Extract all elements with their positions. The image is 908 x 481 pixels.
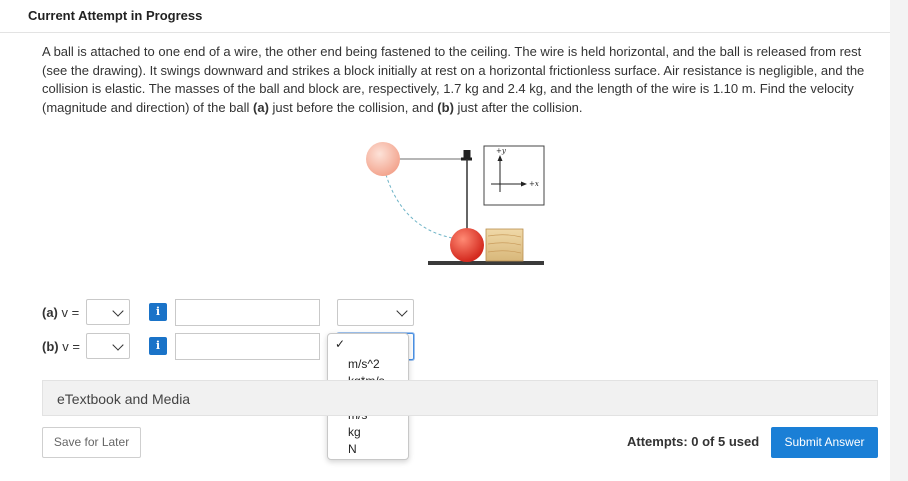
info-icon[interactable]: i	[149, 337, 167, 355]
unit-option[interactable]: m/s^2	[348, 356, 385, 373]
sign-select-a[interactable]	[86, 299, 130, 325]
answer-label-a: (a) v =	[42, 305, 80, 320]
plus-y-label: +y	[496, 147, 507, 155]
problem-between: just before the collision, and	[268, 99, 438, 115]
etextbook-panel[interactable]: eTextbook and Media	[42, 380, 878, 416]
unit-option[interactable]: kg	[348, 424, 385, 441]
chevron-down-icon	[112, 339, 124, 351]
unit-select-a[interactable]	[337, 299, 414, 326]
value-input-a[interactable]	[175, 299, 320, 326]
striking-ball	[450, 228, 484, 262]
pendulum-figure: +y +x	[366, 142, 545, 265]
chevron-down-icon	[396, 305, 408, 317]
chevron-down-icon	[112, 305, 124, 317]
header-bar: Current Attempt in Progress	[0, 0, 890, 33]
part-a-marker: (a)	[253, 99, 269, 115]
answer-label-b: (b) v =	[42, 339, 80, 354]
info-icon[interactable]: i	[149, 303, 167, 321]
released-ball	[366, 142, 400, 176]
value-input-b[interactable]	[175, 333, 320, 360]
support-post	[463, 150, 471, 159]
page-title: Current Attempt in Progress	[28, 8, 203, 23]
swing-arc	[382, 163, 468, 241]
wooden-block	[485, 228, 524, 262]
submit-answer-button[interactable]: Submit Answer	[771, 427, 878, 458]
floor-surface	[428, 261, 544, 265]
question-card: Current Attempt in Progress A ball is at…	[0, 0, 890, 481]
attempts-counter: Attempts: 0 of 5 used	[627, 434, 760, 449]
problem-statement: A ball is attached to one end of a wire,…	[42, 43, 882, 117]
axes-box	[483, 145, 545, 206]
problem-ending: just after the collision.	[453, 99, 583, 115]
unit-option[interactable]: N	[348, 441, 385, 458]
plus-x-label: +x	[529, 180, 539, 188]
part-b-marker: (b)	[437, 99, 454, 115]
sign-select-b[interactable]	[86, 333, 130, 359]
check-icon: ✓	[335, 337, 346, 351]
save-for-later-button[interactable]: Save for Later	[42, 427, 141, 458]
etextbook-label: eTextbook and Media	[57, 391, 191, 407]
